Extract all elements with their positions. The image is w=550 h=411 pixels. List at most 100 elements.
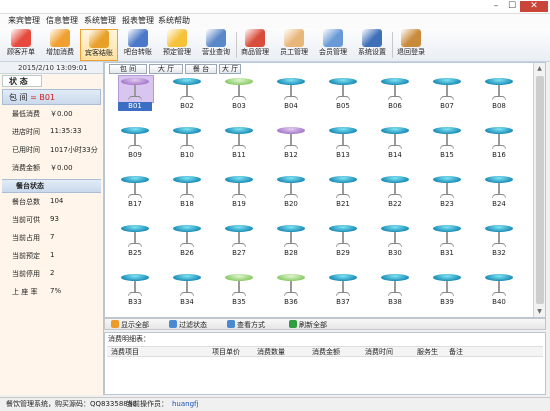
maximize-icon[interactable]: ☐ <box>504 1 520 12</box>
member-icon <box>323 29 343 47</box>
vertical-scrollbar[interactable]: ▲ ▼ <box>533 63 545 317</box>
table-b35[interactable]: B35 <box>222 271 256 311</box>
table-b08[interactable]: B08 <box>482 75 516 115</box>
table-b37[interactable]: B37 <box>326 271 360 311</box>
menu-system[interactable]: 系统管理 <box>84 16 116 26</box>
table-b26[interactable]: B26 <box>170 222 204 262</box>
table-top-icon <box>329 225 357 232</box>
table-b22[interactable]: B22 <box>378 173 412 213</box>
table-b14[interactable]: B14 <box>378 124 412 164</box>
menu-help[interactable]: 系统帮助 <box>158 16 190 26</box>
close-icon[interactable]: ✕ <box>520 1 548 12</box>
table-b11[interactable]: B11 <box>222 124 256 164</box>
table-b27[interactable]: B27 <box>222 222 256 262</box>
table-b30[interactable]: B30 <box>378 222 412 262</box>
toolbar-button-9[interactable]: 会员管理 <box>314 29 352 61</box>
table-label: B32 <box>492 249 506 257</box>
toolbar-button-7[interactable]: 商品管理 <box>236 29 274 61</box>
menu-guest[interactable]: 来宾管理 <box>8 16 40 26</box>
table-b21[interactable]: B21 <box>326 173 360 213</box>
table-b19[interactable]: B19 <box>222 173 256 213</box>
table-b38[interactable]: B38 <box>378 271 412 311</box>
refresh-all-button[interactable]: 刷新全部 <box>289 320 327 330</box>
toolbar-label: 员工管理 <box>280 48 308 56</box>
table-base <box>284 292 298 296</box>
table-b10[interactable]: B10 <box>170 124 204 164</box>
area-filter-3[interactable]: 餐 台 <box>185 64 217 74</box>
table-b23[interactable]: B23 <box>430 173 464 213</box>
table-top-icon <box>277 127 305 134</box>
table-b16[interactable]: B16 <box>482 124 516 164</box>
table-b12[interactable]: B12 <box>274 124 308 164</box>
scroll-down-icon[interactable]: ▼ <box>534 306 545 317</box>
table-b25[interactable]: B25 <box>118 222 152 262</box>
table-b05[interactable]: B05 <box>326 75 360 115</box>
table-b28[interactable]: B28 <box>274 222 308 262</box>
toolbar-button-3[interactable]: 宾客结账 <box>80 29 118 61</box>
table-b31[interactable]: B31 <box>430 222 464 262</box>
scroll-thumb[interactable] <box>536 76 544 304</box>
table-label: B26 <box>180 249 194 257</box>
toolbar-button-2[interactable]: 增加消费 <box>41 29 79 61</box>
table-top-icon <box>277 225 305 232</box>
minimize-icon[interactable]: – <box>488 1 504 12</box>
menu-report[interactable]: 报表管理 <box>122 16 154 26</box>
toolbar-label: 营业查询 <box>202 48 230 56</box>
area-filter-4[interactable]: 大 厅 <box>219 64 241 74</box>
table-b33[interactable]: B33 <box>118 271 152 311</box>
toolbar-button-11[interactable]: 退回登录 <box>392 29 430 61</box>
table-label: B06 <box>388 102 402 110</box>
table-stats: 餐台总数 104 当前可供 93 当前占用 7 当前预定 1 当前停用 2 上 座 率 7% <box>0 193 103 301</box>
table-base <box>128 292 142 296</box>
toolbar-button-5[interactable]: 预定管理 <box>158 29 196 61</box>
table-b04[interactable]: B04 <box>274 75 308 115</box>
table-b39[interactable]: B39 <box>430 271 464 311</box>
table-b15[interactable]: B15 <box>430 124 464 164</box>
info-row: 消费金额 ￥0.00 <box>0 159 103 177</box>
table-leg <box>446 134 448 145</box>
consumption-column: 消费项目 <box>111 348 139 356</box>
table-base <box>440 145 454 149</box>
table-b06[interactable]: B06 <box>378 75 412 115</box>
menu-bar: 来宾管理 信息管理 系统管理 报表管理 系统帮助 <box>0 14 550 28</box>
toolbar-button-8[interactable]: 员工管理 <box>275 29 313 61</box>
table-b01[interactable]: B01 <box>118 75 154 115</box>
goods-icon <box>245 29 265 47</box>
table-b02[interactable]: B02 <box>170 75 204 115</box>
table-label: B08 <box>492 102 506 110</box>
toolbar-button-10[interactable]: 系统设置 <box>353 29 391 61</box>
area-filter-2[interactable]: 大 厅 <box>149 64 183 74</box>
view-mode-button[interactable]: 查看方式 <box>227 320 265 330</box>
toolbar-button-6[interactable]: 营业查询 <box>197 29 235 61</box>
area-filter-1[interactable]: 包 间 <box>109 64 147 74</box>
filter-status-button[interactable]: 过滤状态 <box>169 320 207 330</box>
table-b17[interactable]: B17 <box>118 173 152 213</box>
table-b03[interactable]: B03 <box>222 75 256 115</box>
table-label: B35 <box>232 298 246 306</box>
toolbar-label: 退回登录 <box>397 48 425 56</box>
state-tab[interactable]: 状 态 <box>2 75 42 87</box>
status-panel: 2015/2/10 13:09:01 状 态 包 间 = B01 最低消费 ￥0.… <box>0 62 104 395</box>
room-header: 包 间 = B01 <box>2 89 101 105</box>
toolbar-button-1[interactable]: 顾客开单 <box>2 29 40 61</box>
table-b36[interactable]: B36 <box>274 271 308 311</box>
table-b07[interactable]: B07 <box>430 75 464 115</box>
table-b18[interactable]: B18 <box>170 173 204 213</box>
toolbar-button-4[interactable]: 吧台转账 <box>119 29 157 61</box>
table-b32[interactable]: B32 <box>482 222 516 262</box>
table-b29[interactable]: B29 <box>326 222 360 262</box>
menu-info[interactable]: 信息管理 <box>46 16 78 26</box>
toolbar-small-icon <box>111 320 119 328</box>
info-key: 最低消费 <box>12 110 40 118</box>
toolbar-label: 顾客开单 <box>7 48 35 56</box>
table-b13[interactable]: B13 <box>326 124 360 164</box>
table-b20[interactable]: B20 <box>274 173 308 213</box>
table-b34[interactable]: B34 <box>170 271 204 311</box>
table-leg <box>290 134 292 145</box>
info-value: ￥0.00 <box>50 110 73 118</box>
table-b40[interactable]: B40 <box>482 271 516 311</box>
scroll-up-icon[interactable]: ▲ <box>534 63 545 74</box>
table-b09[interactable]: B09 <box>118 124 152 164</box>
show-all-button[interactable]: 显示全部 <box>111 320 149 330</box>
table-b24[interactable]: B24 <box>482 173 516 213</box>
